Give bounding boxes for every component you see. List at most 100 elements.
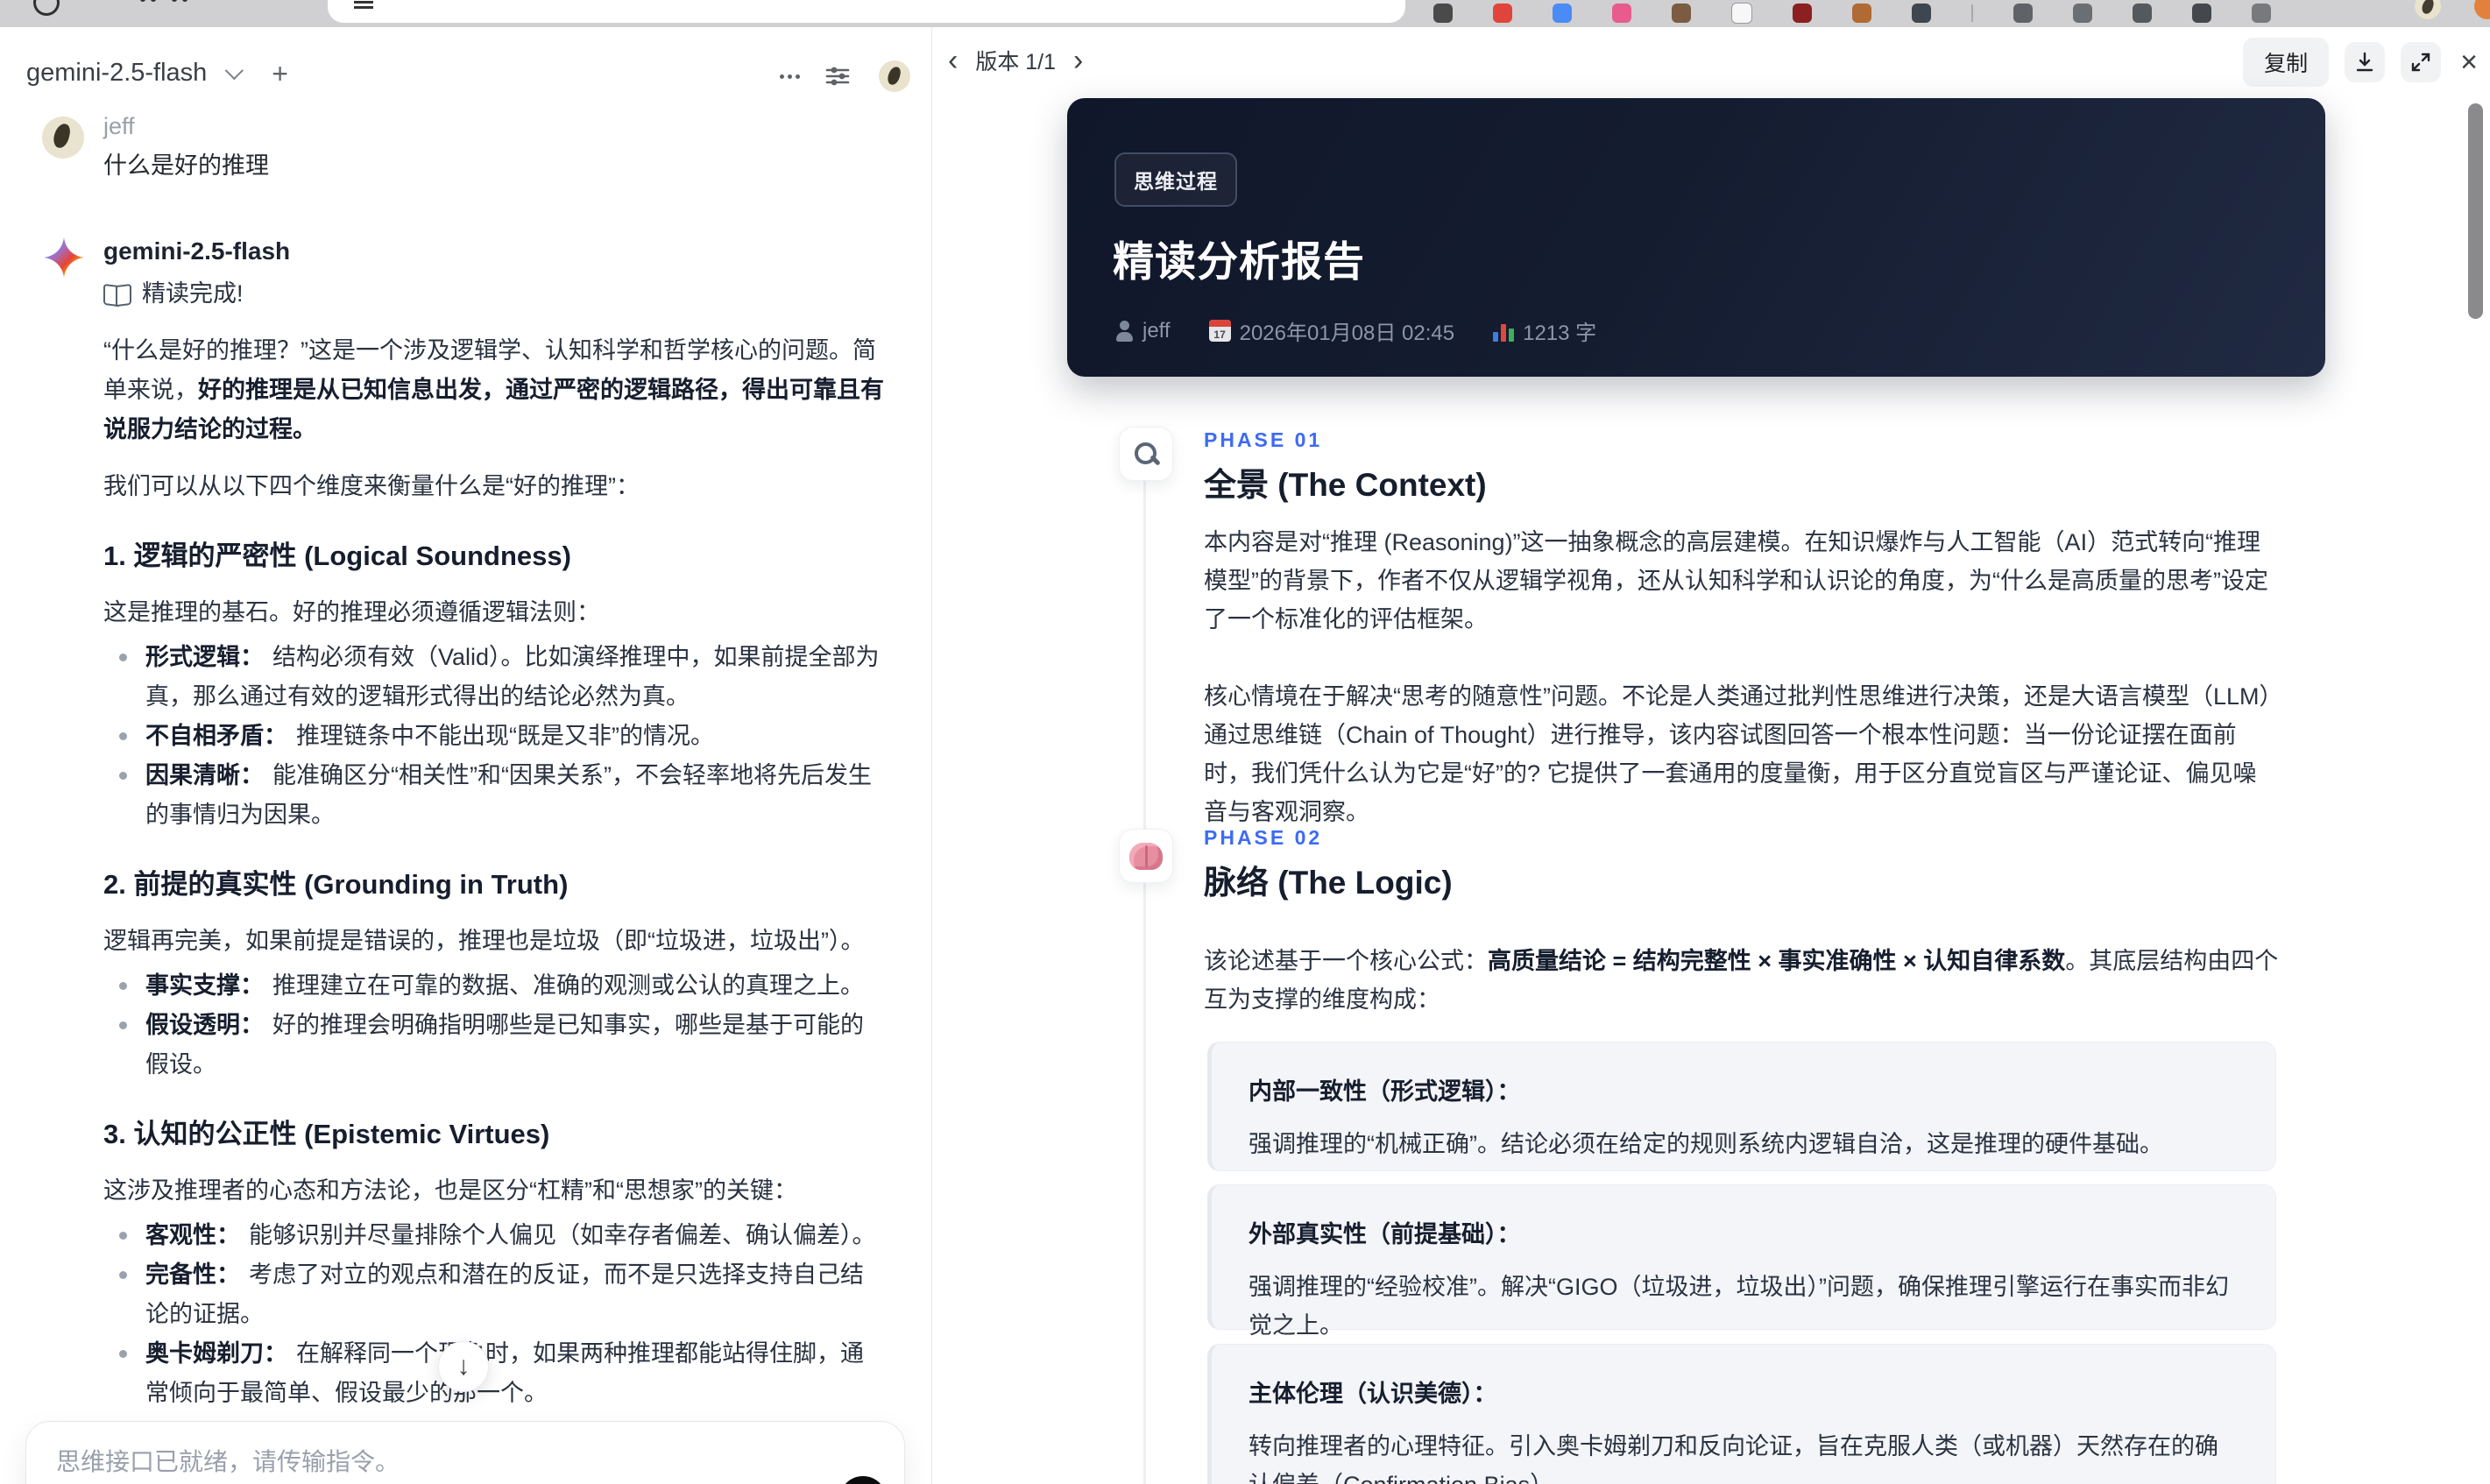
list-item: 奥卡姆剃刀： 在解释同一个现象时，如果两种推理都能站得住脚，通常倾向于最简单、假设… (119, 1334, 885, 1413)
assistant-name: gemini-2.5-flash (103, 237, 291, 265)
open-book-icon (103, 285, 131, 304)
reload-icon[interactable] (33, 0, 60, 16)
section-bullets-2: 事实支撑： 推理建立在可靠的数据、准确的观测或公认的真理之上。 假设透明： 好的推理… (103, 966, 885, 1085)
phase-1-icon-card (1119, 427, 1173, 481)
artifact-panel: ‹ 版本 1/1 › 复制 × 思维过程 精读分析报告 jeff 2026年01… (932, 27, 2490, 1484)
report-author: jeff (1142, 318, 1171, 343)
assistant-message-body: 精读完成! “什么是好的推理？”这是一个涉及逻辑学、认知科学和哲学核心的问题。简… (103, 274, 885, 1484)
report-badge: 思维过程 (1114, 152, 1237, 207)
report-date: 2026年01月08日 02:45 (1239, 322, 1455, 345)
user-message: jeff 什么是好的推理 (42, 111, 883, 183)
section-heading-1: 1. 逻辑的严密性 (Logical Soundness) (103, 541, 571, 571)
section-bullets-1: 形式逻辑： 结构必须有效（Valid）。比如演绎推理中，如果前提全部为真，那么通过… (103, 638, 885, 835)
brain-icon (1129, 842, 1163, 870)
extension-1-icon[interactable] (1433, 4, 1453, 23)
section-bullets-3: 客观性： 能够识别并尽量排除个人偏见（如幸存者偏差、确认偏差）。 完备性： 考虑了对… (103, 1216, 885, 1413)
phase-2-label: PHASE 02 (1204, 826, 1323, 849)
version-nav: ‹ 版本 1/1 › (948, 45, 1083, 76)
sliders-icon[interactable] (824, 63, 851, 89)
extension-11-icon[interactable] (2073, 4, 2092, 23)
status-line: 精读完成! (103, 274, 885, 314)
list-item: 完备性： 考虑了对立的观点和潜在的反证，而不是只选择支持自己结论的证据。 (119, 1255, 885, 1334)
chat-header: gemini-2.5-flash + (26, 59, 916, 104)
calendar-icon (1208, 320, 1231, 342)
expand-button[interactable] (2401, 42, 2442, 82)
more-icon[interactable] (780, 74, 784, 79)
model-selector[interactable]: gemini-2.5-flash (26, 59, 207, 88)
copy-button[interactable]: 复制 (2243, 38, 2330, 87)
extension-8-icon[interactable] (1852, 4, 1871, 23)
logic-card-1: 内部一致性（形式逻辑）： 强调推理的“机械正确”。结论必须在给定的规则系统内逻辑… (1207, 1042, 2276, 1171)
list-item: 假设透明： 好的推理会明确指明哪些是已知事实，哪些是基于可能的假设。 (119, 1006, 885, 1085)
report-header-card: 思维过程 精读分析报告 jeff 2026年01月08日 02:45 1213 … (1067, 98, 2325, 377)
logic-card-2: 外部真实性（前提基础）： 强调推理的“经验校准”。解决“GIGO（垃圾进，垃圾出… (1207, 1184, 2276, 1339)
phase-2-title: 脉络 (The Logic) (1204, 865, 1453, 901)
report-meta: jeff 2026年01月08日 02:45 1213 字 (1114, 315, 1596, 346)
divider (1971, 4, 1973, 22)
next-version-button[interactable]: › (1073, 46, 1083, 75)
phase-1-label: PHASE 01 (1204, 428, 1323, 451)
version-label: 版本 1/1 (975, 50, 1057, 74)
download-button[interactable] (2345, 42, 2386, 82)
avatar (42, 117, 84, 159)
menu-icon (354, 6, 373, 9)
chevron-down-icon[interactable] (224, 61, 244, 81)
extension-6-icon[interactable] (1731, 3, 1752, 24)
extension-12-icon[interactable] (2133, 4, 2152, 23)
phase-1-paragraph-1: 本内容是对“推理 (Reasoning)”这一抽象概念的高层建模。在知识爆炸与人… (1204, 529, 2268, 632)
assistant-lead: 我们可以从以下四个维度来衡量什么是“好的推理”： (103, 473, 640, 499)
assistant-intro: “什么是好的推理？”这是一个涉及逻辑学、认知科学和哲学核心的问题。简单来说，好的… (103, 337, 884, 442)
browser-toolbar (0, 0, 2490, 28)
gemini-star-icon (44, 237, 84, 278)
status-text: 精读完成! (142, 280, 244, 307)
extension-7-icon[interactable] (1793, 4, 1812, 23)
section-heading-3: 3. 认知的公正性 (Epistemic Virtues) (103, 1119, 550, 1149)
scroll-to-bottom-button[interactable]: ↓ (438, 1341, 489, 1392)
phase-2-lead: 该论述基于一个核心公式：高质量结论 = 结构完整性 × 事实准确性 × 认知自律… (1204, 948, 2279, 1013)
word-count-icon (1493, 321, 1515, 342)
phase-1-paragraph-2: 核心情境在于解决“思考的随意性”问题。不论是人类通过批判性思维进行决策，还是大语… (1204, 683, 2272, 825)
new-chat-button[interactable]: + (272, 60, 288, 88)
report-word-count: 1213 字 (1523, 322, 1597, 345)
expand-icon (2411, 53, 2430, 72)
message-input[interactable]: 思维接口已就绪，请传输指令。 + (25, 1421, 905, 1484)
section-intro-2: 逻辑再完美，如果前提是错误的，推理也是垃圾（即“垃圾进，垃圾出”）。 (103, 928, 865, 954)
assistant-message: gemini-2.5-flash 精读完成! “什么是好的推理？”这是一个涉及逻… (42, 236, 894, 1484)
card-body: 强调推理的“经验校准”。解决“GIGO（垃圾进，垃圾出）”问题，确保推理引擎运行… (1249, 1274, 2229, 1339)
phase-1-title: 全景 (The Context) (1204, 467, 1487, 503)
input-placeholder: 思维接口已就绪，请传输指令。 (56, 1448, 400, 1475)
extension-5-icon[interactable] (1672, 4, 1691, 23)
user-avatar[interactable] (879, 60, 910, 92)
user-name: jeff (103, 113, 135, 139)
timeline-connector (1143, 855, 1146, 1484)
section-intro-3: 这涉及推理者的心态和方法论，也是区分“杠精”和“思想家”的关键： (103, 1177, 797, 1204)
extension-9-icon[interactable] (1912, 4, 1931, 23)
author-icon (1114, 320, 1134, 342)
extension-2-icon[interactable] (1493, 4, 1512, 23)
timeline-connector (1143, 453, 1146, 830)
download-icon (2356, 52, 2373, 72)
chat-column: gemini-2.5-flash + jeff 什么是好的推理 gemini-2… (0, 27, 932, 1484)
card-body: 转向推理者的心理特征。引入奥卡姆剃刀和反向论证，旨在克服人类（或机器）天然存在的… (1249, 1433, 2218, 1484)
section-heading-2: 2. 前提的真实性 (Grounding in Truth) (103, 869, 569, 900)
extension-4-icon[interactable] (1612, 4, 1631, 23)
extension-10-icon[interactable] (2013, 4, 2033, 23)
address-bar[interactable] (328, 0, 1405, 23)
extension-13-icon[interactable] (2192, 4, 2211, 23)
voice-input-button[interactable] (839, 1476, 887, 1484)
browser-edge-icon[interactable] (2474, 0, 2490, 19)
scrollbar[interactable] (2468, 103, 2483, 319)
card-title: 外部真实性（前提基础）： (1249, 1221, 1521, 1247)
extension-14-icon[interactable] (2252, 4, 2271, 23)
prev-version-button[interactable]: ‹ (948, 46, 958, 75)
close-icon[interactable]: × (2460, 46, 2478, 80)
browser-profile-avatar[interactable] (2415, 0, 2441, 19)
panel-actions: 复制 × (2243, 38, 2478, 87)
phase-2-icon-card (1119, 829, 1173, 883)
extension-3-icon[interactable] (1553, 4, 1572, 23)
card-body: 强调推理的“机械正确”。结论必须在给定的规则系统内逻辑自洽，这是推理的硬件基础。 (1249, 1131, 2163, 1157)
arrow-down-icon: ↓ (456, 1352, 470, 1381)
list-item: 形式逻辑： 结构必须有效（Valid）。比如演绎推理中，如果前提全部为真，那么通过… (119, 638, 885, 717)
list-item: 因果清晰： 能准确区分“相关性”和“因果关系”，不会轻率地将先后发生的事情归为因果… (119, 756, 885, 835)
apps-grid-icon[interactable] (140, 0, 145, 2)
